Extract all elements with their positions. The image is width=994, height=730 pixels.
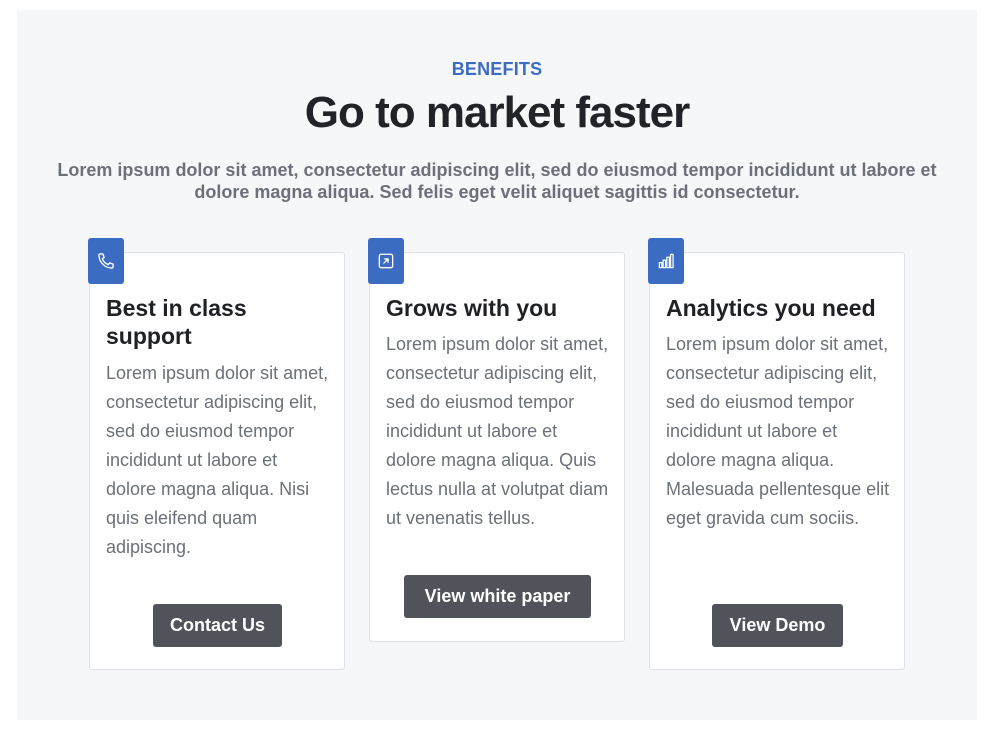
section-subtitle: Lorem ipsum dolor sit amet, consectetur … <box>57 160 937 202</box>
view-demo-button[interactable]: View Demo <box>712 604 843 647</box>
card-description: Lorem ipsum dolor sit amet, consectetur … <box>106 363 329 557</box>
external-link-icon <box>368 238 404 284</box>
view-white-paper-button[interactable]: View white paper <box>404 575 591 618</box>
phone-icon <box>88 238 124 284</box>
card-description: Lorem ipsum dolor sit amet, consectetur … <box>386 334 609 528</box>
benefit-card-growth: Grows with you Lorem ipsum dolor sit ame… <box>368 238 625 642</box>
card-title: Grows with you <box>386 295 558 321</box>
benefit-card-analytics: Analytics you need Lorem ipsum dolor sit… <box>648 238 905 670</box>
bar-chart-icon <box>648 238 684 284</box>
section-title: Go to market faster <box>304 88 690 137</box>
card-description: Lorem ipsum dolor sit amet, consectetur … <box>666 334 890 528</box>
contact-us-button[interactable]: Contact Us <box>153 604 282 647</box>
card-title: Best in class support <box>106 295 247 349</box>
section-eyebrow: BENEFITS <box>451 59 543 79</box>
benefit-card-support: Best in class support Lorem ipsum dolor … <box>88 238 345 670</box>
card-title: Analytics you need <box>666 295 876 321</box>
